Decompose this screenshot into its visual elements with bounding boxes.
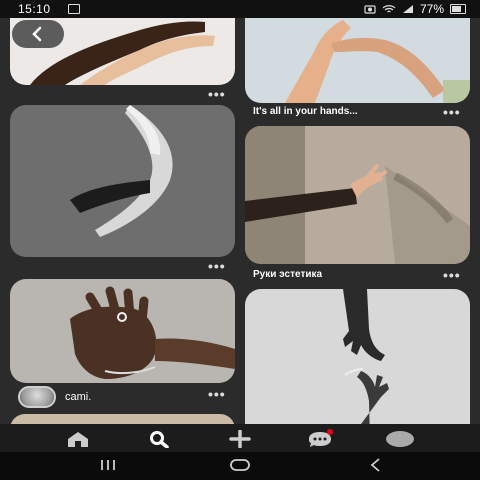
pin-hands-rings[interactable] xyxy=(10,279,235,383)
profile-icon xyxy=(386,431,414,447)
back-arrow-icon xyxy=(370,458,380,472)
plus-icon xyxy=(229,430,251,448)
status-bar: 15:10 77% xyxy=(0,0,480,18)
wifi-icon xyxy=(382,5,396,13)
chevron-left-icon xyxy=(32,26,42,42)
status-icons: 77% xyxy=(364,2,466,16)
pin-image xyxy=(10,279,235,383)
pin-image xyxy=(10,105,235,257)
pin-options-icon[interactable]: ••• xyxy=(208,87,226,101)
back-nav-button[interactable] xyxy=(360,454,392,476)
pin-options-icon[interactable]: ••• xyxy=(208,387,226,401)
back-button[interactable] xyxy=(12,20,64,48)
system-nav-bar xyxy=(0,452,480,480)
pin-image xyxy=(245,289,470,424)
tab-search[interactable] xyxy=(143,428,175,450)
bottom-tab-bar xyxy=(0,424,480,452)
pin-hands-wall[interactable] xyxy=(245,126,470,264)
tab-profile[interactable] xyxy=(384,428,416,450)
pin-hand-monochrome[interactable] xyxy=(10,105,235,257)
notification-badge xyxy=(327,429,333,435)
status-time: 15:10 xyxy=(18,2,51,16)
signal-icon xyxy=(402,5,413,13)
tab-home[interactable] xyxy=(62,428,94,450)
pin-caption: It's all in your hands... xyxy=(253,106,358,117)
home-icon xyxy=(68,432,88,447)
pin-image xyxy=(245,126,470,264)
pin-feed[interactable]: ••• It's all in your hands... ••• ••• Ру… xyxy=(0,0,480,424)
pin-options-icon[interactable]: ••• xyxy=(208,259,226,273)
battery-icon xyxy=(450,4,466,14)
home-nav-button[interactable] xyxy=(224,454,256,476)
avatar[interactable] xyxy=(18,386,56,408)
pin-caption: Руки эстетика xyxy=(253,269,323,280)
recent-apps-icon xyxy=(101,460,115,470)
tab-create[interactable] xyxy=(224,428,256,450)
search-icon xyxy=(150,431,169,448)
recent-apps-button[interactable] xyxy=(92,454,124,476)
camera-icon xyxy=(364,5,376,14)
tab-messages[interactable] xyxy=(304,428,336,450)
pin-options-icon[interactable]: ••• xyxy=(443,105,461,119)
battery-percentage: 77% xyxy=(419,2,444,16)
home-circle-icon xyxy=(230,459,250,471)
pin-partial[interactable] xyxy=(10,414,235,424)
pin-author-name[interactable]: cami. xyxy=(65,391,91,403)
chat-icon xyxy=(309,429,333,447)
pin-options-icon[interactable]: ••• xyxy=(443,268,461,282)
gallery-icon xyxy=(68,4,80,14)
pin-reaching-hands[interactable] xyxy=(245,289,470,424)
